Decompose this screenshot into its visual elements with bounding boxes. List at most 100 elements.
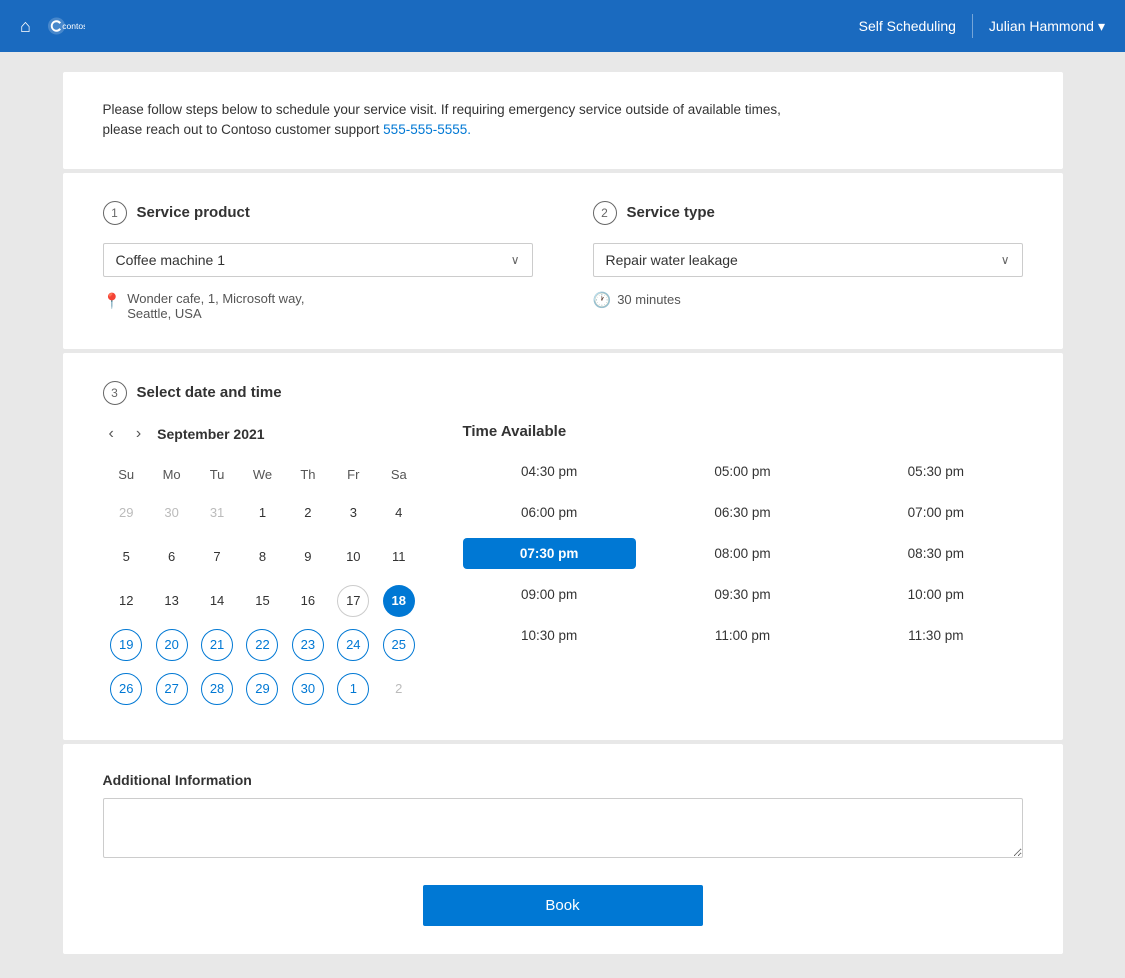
- location-icon: 📍: [103, 292, 122, 310]
- step1-col: 1 Service product Coffee machine 1 ∨ 📍 W…: [103, 201, 533, 321]
- clock-icon: 🕐: [593, 291, 612, 309]
- location-row: 📍 Wonder cafe, 1, Microsoft way,Seattle,…: [103, 291, 533, 321]
- home-icon[interactable]: ⌂: [20, 16, 31, 37]
- calendar-day[interactable]: 8: [246, 541, 278, 573]
- duration-text: 30 minutes: [617, 292, 681, 307]
- user-name: Julian Hammond: [989, 18, 1094, 34]
- schedule-card: 3 Select date and time ‹ › September 202…: [63, 353, 1063, 740]
- time-slot[interactable]: 06:00 pm: [463, 497, 636, 528]
- step2-col: 2 Service type Repair water leakage ∨ 🕐 …: [593, 201, 1023, 309]
- time-slot[interactable]: 08:30 pm: [849, 538, 1022, 569]
- step1-title: Service product: [137, 204, 250, 221]
- time-slot[interactable]: 07:30 pm: [463, 538, 636, 569]
- calendar-day[interactable]: 26: [110, 673, 142, 705]
- support-phone-link[interactable]: 555-555-5555.: [383, 122, 471, 137]
- time-slot[interactable]: 07:00 pm: [849, 497, 1022, 528]
- calendar-nav: ‹ › September 2021: [103, 423, 423, 445]
- header: ⌂ contoso Self Scheduling Julian Hammond…: [0, 0, 1125, 52]
- time-slot[interactable]: 05:00 pm: [656, 456, 829, 487]
- service-columns: 1 Service product Coffee machine 1 ∨ 📍 W…: [103, 201, 1023, 321]
- time-slot[interactable]: 05:30 pm: [849, 456, 1022, 487]
- cal-header-th: Th: [286, 463, 329, 490]
- calendar-day[interactable]: 24: [337, 629, 369, 661]
- calendar-day[interactable]: 15: [246, 585, 278, 617]
- header-left: ⌂ contoso: [20, 7, 85, 45]
- calendar-day[interactable]: 30: [292, 673, 324, 705]
- calendar-day: 29: [110, 497, 142, 529]
- calendar-day[interactable]: 18: [383, 585, 415, 617]
- calendar-row: 2930311234: [105, 492, 421, 534]
- service-type-dropdown[interactable]: Repair water leakage ∨: [593, 243, 1023, 277]
- calendar-day[interactable]: 17: [337, 585, 369, 617]
- svg-text:contoso: contoso: [62, 21, 85, 31]
- calendar-day[interactable]: 10: [337, 541, 369, 573]
- location-text: Wonder cafe, 1, Microsoft way,Seattle, U…: [127, 291, 304, 321]
- calendar-day[interactable]: 5: [110, 541, 142, 573]
- calendar-day[interactable]: 7: [201, 541, 233, 573]
- calendar-day[interactable]: 1: [246, 497, 278, 529]
- cal-header-mo: Mo: [150, 463, 193, 490]
- additional-textarea[interactable]: [103, 798, 1023, 858]
- step2-number: 2: [593, 201, 617, 225]
- calendar-day[interactable]: 12: [110, 585, 142, 617]
- time-slot[interactable]: 08:00 pm: [656, 538, 829, 569]
- calendar-day[interactable]: 3: [337, 497, 369, 529]
- service-type-dropdown-value: Repair water leakage: [606, 252, 738, 268]
- prev-month-button[interactable]: ‹: [103, 423, 120, 445]
- additional-card: Additional Information Book: [63, 744, 1063, 954]
- calendar-day[interactable]: 20: [156, 629, 188, 661]
- calendar-day[interactable]: 25: [383, 629, 415, 661]
- time-slot[interactable]: 11:00 pm: [656, 620, 829, 651]
- calendar-day[interactable]: 19: [110, 629, 142, 661]
- calendar-day: 31: [201, 497, 233, 529]
- calendar-day[interactable]: 29: [246, 673, 278, 705]
- calendar-day[interactable]: 1: [337, 673, 369, 705]
- calendar-day[interactable]: 27: [156, 673, 188, 705]
- intro-text: Please follow steps below to schedule yo…: [103, 100, 1023, 141]
- next-month-button[interactable]: ›: [130, 423, 147, 445]
- step2-header: 2 Service type: [593, 201, 1023, 225]
- header-right: Self Scheduling Julian Hammond ▾: [859, 14, 1105, 38]
- calendar-day[interactable]: 11: [383, 541, 415, 573]
- calendar-row: 26 27 28 29 30 12: [105, 668, 421, 710]
- step3-title: Select date and time: [137, 384, 282, 401]
- calendar-body: 2930311234567891011121314151617181920212…: [105, 492, 421, 710]
- calendar-day[interactable]: 13: [156, 585, 188, 617]
- time-slot[interactable]: 11:30 pm: [849, 620, 1022, 651]
- time-slot[interactable]: 04:30 pm: [463, 456, 636, 487]
- time-section: Time Available 04:30 pm 05:00 pm 05:30 pm 0…: [463, 423, 1023, 712]
- calendar-day[interactable]: 23: [292, 629, 324, 661]
- time-slot[interactable]: 10:30 pm: [463, 620, 636, 651]
- logo-icon: contoso: [47, 7, 85, 45]
- time-slot[interactable]: 06:30 pm: [656, 497, 829, 528]
- cal-header-tu: Tu: [195, 463, 238, 490]
- calendar-grid: Su Mo Tu We Th Fr Sa 2930311234567891011…: [103, 461, 423, 712]
- calendar-section: ‹ › September 2021 Su Mo Tu We Th Fr Sa: [103, 423, 423, 712]
- time-section-title: Time Available: [463, 423, 1023, 440]
- time-slot[interactable]: 09:00 pm: [463, 579, 636, 610]
- calendar-month: September 2021: [157, 426, 264, 442]
- user-menu[interactable]: Julian Hammond ▾: [989, 18, 1105, 35]
- user-chevron-icon: ▾: [1098, 18, 1105, 35]
- calendar-day[interactable]: 6: [156, 541, 188, 573]
- calendar-day: 2: [383, 673, 415, 705]
- time-slot[interactable]: 10:00 pm: [849, 579, 1022, 610]
- book-btn-wrapper: Book: [103, 885, 1023, 926]
- calendar-day[interactable]: 16: [292, 585, 324, 617]
- calendar-day[interactable]: 22: [246, 629, 278, 661]
- calendar-day[interactable]: 28: [201, 673, 233, 705]
- calendar-day[interactable]: 4: [383, 497, 415, 529]
- calendar-days-header: Su Mo Tu We Th Fr Sa: [105, 463, 421, 490]
- time-slot[interactable]: 09:30 pm: [656, 579, 829, 610]
- calendar-day[interactable]: 9: [292, 541, 324, 573]
- calendar-day[interactable]: 2: [292, 497, 324, 529]
- step2-title: Service type: [627, 204, 715, 221]
- duration-row: 🕐 30 minutes: [593, 291, 1023, 309]
- logo: contoso: [47, 7, 85, 45]
- calendar-day[interactable]: 14: [201, 585, 233, 617]
- book-button[interactable]: Book: [423, 885, 703, 926]
- calendar-day[interactable]: 21: [201, 629, 233, 661]
- product-dropdown-chevron-icon: ∨: [511, 253, 520, 267]
- cal-header-fr: Fr: [332, 463, 375, 490]
- product-dropdown[interactable]: Coffee machine 1 ∨: [103, 243, 533, 277]
